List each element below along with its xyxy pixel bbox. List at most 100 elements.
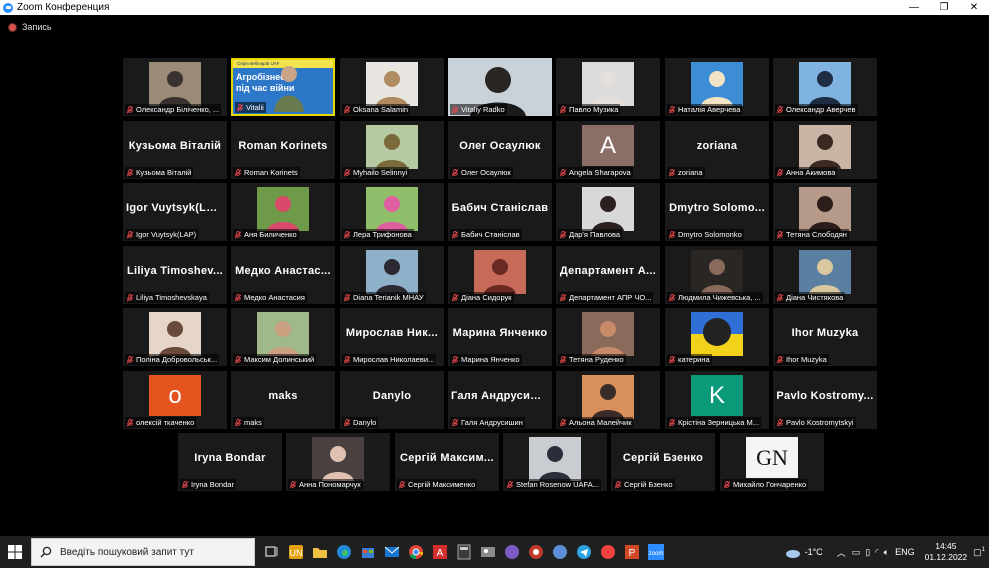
app-circle-icon[interactable] xyxy=(550,542,570,562)
participant-tile[interactable]: A Angela Sharapova xyxy=(556,121,660,179)
participant-tile[interactable]: Анна Акимова xyxy=(773,121,877,179)
participant-name: Михайло Гончаренко xyxy=(733,480,807,489)
participant-tile[interactable]: Галя Андрусиш... Галя Андрусишин xyxy=(448,371,552,429)
chrome-icon[interactable] xyxy=(406,542,426,562)
participant-tile[interactable]: Dmytro Solomo... Dmytro Solomonko xyxy=(665,183,769,241)
participant-tile[interactable]: Анна Пономарчук xyxy=(286,433,390,491)
chevron-up-icon[interactable]: ︿ xyxy=(837,546,846,559)
task-view-icon[interactable] xyxy=(262,542,282,562)
participant-tile[interactable]: Liliya Timoshev... Liliya Timoshevskaya xyxy=(123,246,227,304)
avatar-letter: K xyxy=(708,381,725,409)
title-bar: Zoom Конференция — ❐ ✕ xyxy=(0,0,989,15)
participant-tile[interactable]: Павло Музика xyxy=(556,58,660,116)
weather-temp[interactable]: -1°C xyxy=(805,547,823,557)
close-button[interactable]: ✕ xyxy=(959,0,989,15)
viber-icon[interactable] xyxy=(502,542,522,562)
participant-tile[interactable]: Людмила Чижевська, ... xyxy=(665,246,769,304)
participant-tile[interactable]: Альона Малейчик xyxy=(556,371,660,429)
participant-tile[interactable]: maks maks xyxy=(231,371,335,429)
participant-tile[interactable]: Roman Korinets Roman Korinets xyxy=(231,121,335,179)
participant-tile[interactable]: Тетяна Руденко xyxy=(556,308,660,366)
game-icon[interactable] xyxy=(526,542,546,562)
participant-tile[interactable]: Igor Vuytsyk(LA... Igor Vuytsyk(LAP) xyxy=(123,183,227,241)
participant-tile[interactable]: Danylo Danylo xyxy=(340,371,444,429)
file-explorer-icon[interactable] xyxy=(310,542,330,562)
participant-tile[interactable]: Департамент А... Департамент АПР ЧО... xyxy=(556,246,660,304)
recording-label: Запись xyxy=(22,22,52,32)
participant-tile[interactable]: Vitaliy Radko xyxy=(448,58,552,116)
clock[interactable]: 14:45 01.12.2022 xyxy=(925,541,968,563)
volume-icon[interactable]: 🔈︎ xyxy=(884,547,889,558)
windows-start-icon[interactable] xyxy=(8,545,22,559)
participant-name: Сергій Бзенко xyxy=(624,480,673,489)
muted-mic-icon xyxy=(451,418,459,427)
participant-tile[interactable]: Myhailo Selinnyi xyxy=(340,121,444,179)
participant-video xyxy=(799,250,851,294)
participant-tile[interactable]: zoriana zoriana xyxy=(665,121,769,179)
wifi-icon[interactable]: ◜ xyxy=(875,547,879,558)
participant-tile[interactable]: Марина Янченко Марина Янченко xyxy=(448,308,552,366)
acrobat-icon[interactable]: A xyxy=(430,542,450,562)
participant-display-name: maks xyxy=(268,390,298,402)
participant-tile[interactable]: о олексій ткаченко xyxy=(123,371,227,429)
input-language[interactable]: ENG xyxy=(895,547,915,557)
notifications-icon[interactable]: ▢1 xyxy=(973,547,985,558)
participant-tile[interactable]: Діана Сидорук xyxy=(448,246,552,304)
weather-cloud-icon[interactable] xyxy=(785,546,801,558)
record-icon xyxy=(8,22,17,32)
participant-tile[interactable]: Iryna Bondar Iryna Bondar xyxy=(178,433,282,491)
edge-browser-icon[interactable] xyxy=(334,542,354,562)
participant-tile[interactable]: Максим Долинський xyxy=(231,308,335,366)
participant-tile[interactable]: Бабич Станіслав Бабич Станіслав xyxy=(448,183,552,241)
calculator-icon[interactable] xyxy=(454,542,474,562)
maximize-button[interactable]: ❐ xyxy=(929,0,959,15)
participant-tile[interactable]: Oksana Salamin xyxy=(340,58,444,116)
participant-tile[interactable]: GN Михайло Гончаренко xyxy=(720,433,824,491)
participant-tile[interactable]: Diana Terianik МНАУ xyxy=(340,246,444,304)
taskbar-search-box[interactable]: Введіть пошуковий запит тут xyxy=(31,538,255,566)
muted-mic-icon xyxy=(668,168,676,177)
participant-name: Iryna Bondar xyxy=(191,480,234,489)
participant-tile[interactable]: Pavlo Kostromy... Pavlo Kostromytskyi xyxy=(773,371,877,429)
participant-tile[interactable]: K Крістіна Зерницька М... xyxy=(665,371,769,429)
network-icon[interactable]: ▭ xyxy=(852,547,861,558)
participant-tile[interactable]: Олександр Аверчев xyxy=(773,58,877,116)
battery-icon[interactable]: ▯ xyxy=(865,547,870,558)
photos-icon[interactable] xyxy=(478,542,498,562)
participant-tile[interactable]: Тетяна Слободян xyxy=(773,183,877,241)
participant-tile[interactable]: Діана Чистякова xyxy=(773,246,877,304)
participant-tile[interactable]: Олександр Біліченко, ... xyxy=(123,58,227,116)
participant-name-label: Myhailo Selinnyi xyxy=(342,167,410,178)
telegram-icon[interactable] xyxy=(574,542,594,562)
mail-icon[interactable] xyxy=(382,542,402,562)
participant-tile[interactable]: Лера Трифонова xyxy=(340,183,444,241)
participant-tile[interactable]: Олег Осаулюк Олег Осаулюк xyxy=(448,121,552,179)
participant-tile[interactable]: Stefan Rosenow UAFA... xyxy=(503,433,607,491)
participant-tile[interactable]: Медко Анастас... Медко Анастасия xyxy=(231,246,335,304)
participant-tile[interactable]: Аня Биличенко xyxy=(231,183,335,241)
participant-name-label: Олександр Аверчев xyxy=(775,104,858,115)
store-icon[interactable] xyxy=(358,542,378,562)
powerpoint-icon[interactable]: P xyxy=(622,542,642,562)
minimize-button[interactable]: — xyxy=(899,0,929,15)
widgets-icon[interactable]: UN xyxy=(286,542,306,562)
participant-tile[interactable]: Дар'я Павлова xyxy=(556,183,660,241)
participant-tile[interactable]: Наталія Аверчева xyxy=(665,58,769,116)
participant-tile[interactable]: Серія вебінарів UAF Агробізнес під час вій… xyxy=(231,58,335,116)
recording-indicator[interactable]: Запись xyxy=(8,22,52,32)
participant-tile[interactable]: Поліна Добровольськ... xyxy=(123,308,227,366)
zoom-taskbar-icon[interactable]: zoom xyxy=(646,542,666,562)
svg-text:P: P xyxy=(629,548,636,559)
participant-tile[interactable]: Сергій Бзенко Сергій Бзенко xyxy=(611,433,715,491)
participant-tile[interactable]: Ihor Muzyka Ihor Muzyka xyxy=(773,308,877,366)
participant-display-name: Iryna Bondar xyxy=(194,452,266,464)
participant-tile[interactable]: Кузьома Віталій Кузьома Віталій xyxy=(123,121,227,179)
participant-name: Анна Акимова xyxy=(786,168,836,177)
participant-tile[interactable]: Мирослав Ник... Мирослав Николаеви... xyxy=(340,308,444,366)
participant-tile[interactable]: Сергій Максим... Сергій Максименко xyxy=(395,433,499,491)
muted-mic-icon xyxy=(343,293,351,302)
anydesk-icon[interactable] xyxy=(598,542,618,562)
participant-video xyxy=(312,437,364,481)
participant-display-name: Олег Осаулюк xyxy=(459,140,541,152)
participant-tile[interactable]: катерина xyxy=(665,308,769,366)
